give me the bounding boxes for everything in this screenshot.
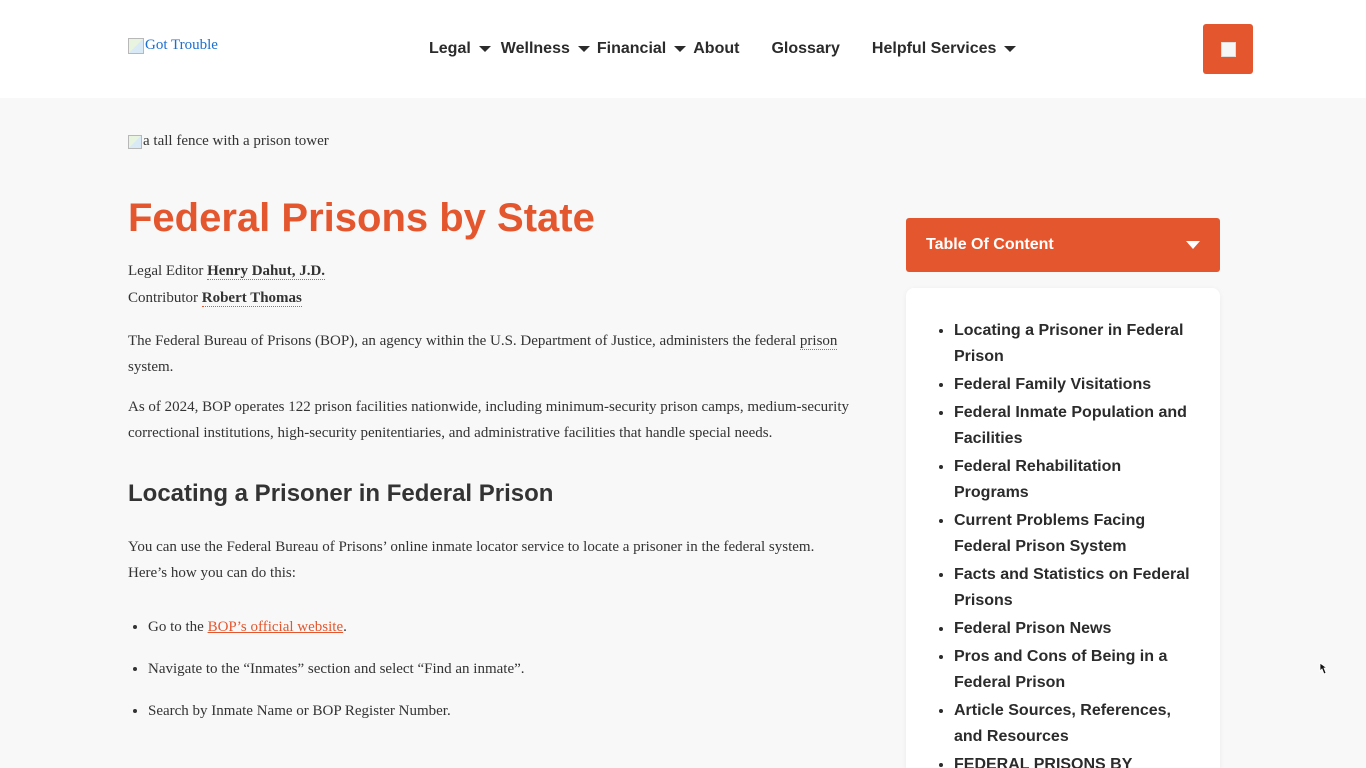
- toc-link[interactable]: Facts and Statistics on Federal Prisons: [954, 566, 1190, 609]
- hand-cursor-icon: [1319, 662, 1329, 675]
- logo-alt-text: Got Trouble: [145, 37, 218, 53]
- page-title: Federal Prisons by State: [128, 196, 595, 240]
- broken-image-icon: [128, 134, 142, 149]
- hero-image: a tall fence with a prison tower: [128, 133, 329, 150]
- nav-label: Helpful Services: [871, 40, 997, 57]
- chevron-down-icon: [1186, 241, 1200, 249]
- toc-link[interactable]: Federal Rehabilitation Programs: [954, 458, 1121, 501]
- list-item: Pros and Cons of Being in a Federal Pris…: [954, 644, 1196, 696]
- toc-link[interactable]: Federal Inmate Population and Facilities: [954, 404, 1187, 447]
- list-item: Locating a Prisoner in Federal Prison: [954, 318, 1196, 370]
- toc-link[interactable]: Article Sources, References, and Resourc…: [954, 702, 1171, 745]
- hero-image-alt-text: a tall fence with a prison tower: [143, 133, 329, 149]
- toc-title: Table Of Content: [926, 236, 1054, 253]
- nav-label: Glossary: [771, 40, 840, 57]
- chevron-down-icon: [674, 46, 687, 52]
- list-item: Navigate to the “Inmates” section and se…: [148, 656, 850, 682]
- bop-website-link[interactable]: BOP’s official website: [208, 619, 344, 635]
- list-item: Federal Prison News: [954, 616, 1196, 642]
- header-cta-button[interactable]: [1203, 24, 1253, 74]
- nav-label: About: [693, 40, 740, 57]
- toc-panel: Locating a Prisoner in Federal Prison Fe…: [906, 288, 1220, 768]
- step-text: Go to the: [148, 619, 208, 635]
- toc-link[interactable]: Pros and Cons of Being in a Federal Pris…: [954, 648, 1167, 691]
- list-item: Federal Inmate Population and Facilities: [954, 400, 1196, 452]
- nav-label: Legal: [429, 40, 471, 57]
- step-text-end: .: [343, 619, 347, 635]
- contributor-link[interactable]: Robert Thomas: [201, 290, 302, 307]
- toc-link[interactable]: Federal Prison News: [954, 620, 1111, 637]
- legal-editor-label: Legal Editor: [128, 263, 204, 279]
- nav-item-legal[interactable]: Legal: [429, 38, 491, 60]
- glossary-term-prison[interactable]: prison: [799, 333, 838, 350]
- intro-paragraph: The Federal Bureau of Prisons (BOP), an …: [128, 328, 850, 380]
- list-item: Federal Family Visitations: [954, 372, 1196, 398]
- toc-link[interactable]: FEDERAL PRISONS BY: [954, 756, 1132, 768]
- intro-text: The Federal Bureau of Prisons (BOP), an …: [128, 333, 800, 349]
- broken-image-icon: [128, 37, 144, 54]
- nav-item-about[interactable]: About: [693, 38, 739, 60]
- intro-text-end: system.: [128, 359, 174, 375]
- chevron-down-icon: [478, 46, 491, 52]
- article-main: Federal Prisons by State Legal Editor He…: [128, 190, 850, 740]
- nav-item-glossary[interactable]: Glossary: [771, 38, 839, 60]
- toc-link[interactable]: Current Problems Facing Federal Prison S…: [954, 512, 1145, 555]
- section-heading: Locating a Prisoner in Federal Prison: [128, 480, 554, 507]
- steps-list: Go to the BOP’s official website. Naviga…: [128, 614, 850, 724]
- byline: Legal Editor Henry Dahut, J.D. Contribut…: [128, 258, 850, 312]
- list-item: Current Problems Facing Federal Prison S…: [954, 508, 1196, 560]
- contributor-line: Contributor Robert Thomas: [128, 285, 850, 312]
- chevron-down-icon: [577, 46, 590, 52]
- locator-paragraph: You can use the Federal Bureau of Prison…: [128, 539, 815, 581]
- list-item: Go to the BOP’s official website.: [148, 614, 850, 640]
- nav-item-helpful-services[interactable]: Helpful Services: [872, 38, 1017, 60]
- nav-item-wellness[interactable]: Wellness: [501, 38, 590, 60]
- chevron-down-icon: [1004, 46, 1017, 52]
- toc-link[interactable]: Federal Family Visitations: [954, 376, 1151, 393]
- facilities-paragraph: As of 2024, BOP operates 122 prison faci…: [128, 399, 849, 441]
- list-item: FEDERAL PRISONS BY: [954, 752, 1196, 768]
- site-header: Got Trouble Legal Wellness Financial Abo…: [0, 0, 1366, 98]
- list-item: Article Sources, References, and Resourc…: [954, 698, 1196, 750]
- legal-editor-line: Legal Editor Henry Dahut, J.D.: [128, 258, 850, 285]
- main-nav: Legal Wellness Financial About Glossary …: [429, 38, 1017, 60]
- contributor-label: Contributor: [128, 290, 198, 306]
- list-item: Federal Rehabilitation Programs: [954, 454, 1196, 506]
- broken-image-icon: [1220, 41, 1236, 57]
- nav-label: Financial: [596, 40, 667, 57]
- toc-link[interactable]: Locating a Prisoner in Federal Prison: [954, 322, 1183, 365]
- nav-label: Wellness: [500, 40, 570, 57]
- toc-toggle[interactable]: Table Of Content: [906, 218, 1220, 272]
- list-item: Search by Inmate Name or BOP Register Nu…: [148, 698, 850, 724]
- list-item: Facts and Statistics on Federal Prisons: [954, 562, 1196, 614]
- toc-list: Locating a Prisoner in Federal Prison Fe…: [954, 318, 1196, 768]
- nav-item-financial[interactable]: Financial: [596, 38, 687, 60]
- legal-editor-link[interactable]: Henry Dahut, J.D.: [207, 263, 326, 280]
- site-logo[interactable]: Got Trouble: [128, 37, 218, 54]
